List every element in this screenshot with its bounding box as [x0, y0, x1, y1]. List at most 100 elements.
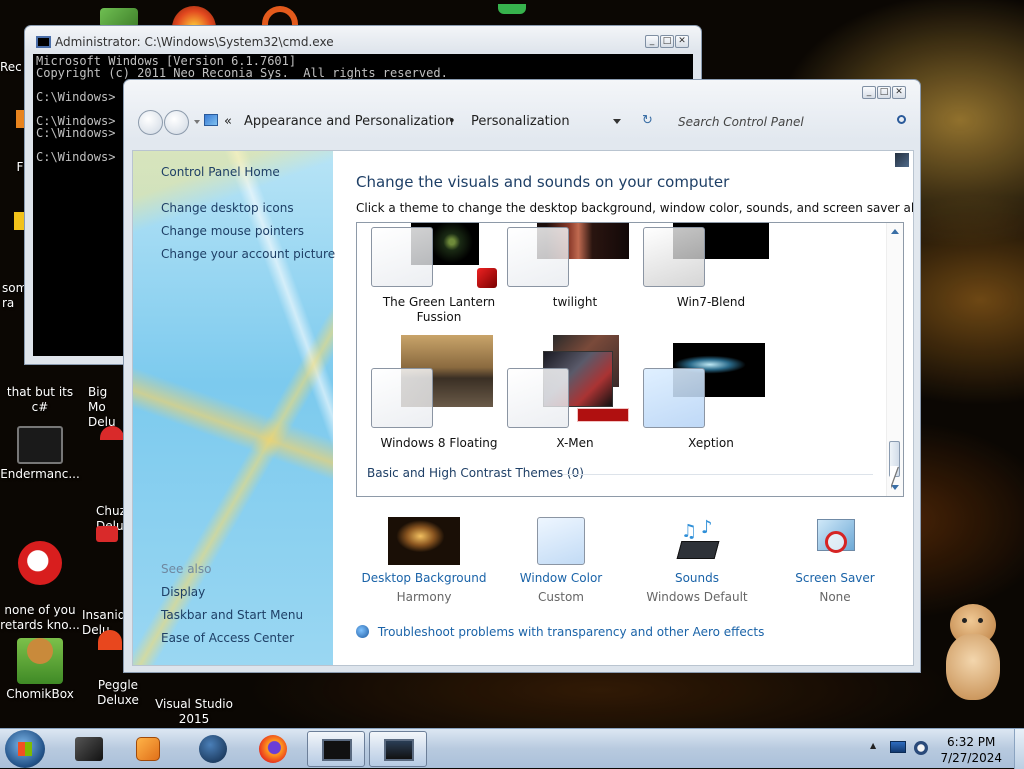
- screen-saver-value: None: [819, 590, 851, 604]
- main-pane: Change the visuals and sounds on your co…: [333, 151, 913, 665]
- breadcrumb-personalization[interactable]: Personalization: [471, 114, 570, 129]
- window-color-item[interactable]: Window Color Custom: [496, 517, 626, 604]
- theme-color-swatch: [371, 368, 433, 428]
- window-color-link[interactable]: Window Color: [496, 571, 626, 585]
- close-button[interactable]: ✕: [892, 86, 906, 99]
- taskbar-and-start-menu-link[interactable]: Taskbar and Start Menu: [161, 608, 303, 622]
- troubleshoot-transparency-link[interactable]: Troubleshoot problems with transparency …: [378, 625, 765, 639]
- change-mouse-pointers-link[interactable]: Change mouse pointers: [161, 224, 304, 238]
- minimize-button[interactable]: _: [862, 86, 876, 99]
- help-icon[interactable]: [895, 153, 909, 167]
- taskbar-app-control-panel[interactable]: [369, 731, 427, 767]
- desktop-icon-label: Big Mo Delu: [88, 385, 116, 429]
- window-color-value: Custom: [538, 590, 584, 604]
- forward-button[interactable]: [164, 110, 189, 135]
- sounds-item[interactable]: ♫ ♪ Sounds Windows Default: [632, 517, 762, 604]
- theme-green-lantern-fussion[interactable]: The Green Lantern Fussion: [371, 223, 507, 333]
- change-account-picture-link[interactable]: Change your account picture: [161, 247, 335, 261]
- control-panel-home-link[interactable]: Control Panel Home: [161, 165, 280, 179]
- screen-saver-item[interactable]: Screen Saver None: [770, 517, 900, 604]
- clock-time: 6:32 PM: [947, 735, 996, 749]
- theme-name: Win7-Blend: [676, 295, 746, 309]
- desktop-icon-endermanch[interactable]: Endermanc...: [0, 426, 80, 482]
- scroll-up-arrow-icon[interactable]: [891, 229, 899, 234]
- desktop-icon-label: Visual Studio 2015: [155, 697, 233, 726]
- cmd-close-button[interactable]: ✕: [675, 35, 689, 48]
- terminal-icon: [17, 426, 63, 464]
- desktop-icon-label: ChomikBox: [6, 687, 74, 701]
- recent-pages-dropdown-icon[interactable]: [194, 120, 200, 124]
- globe-app-icon: [199, 735, 227, 763]
- theme-color-swatch: [507, 227, 569, 287]
- taskbar-app-media-player[interactable]: [120, 731, 178, 767]
- cmd-caption-buttons: _ □ ✕: [645, 35, 689, 48]
- theme-color-swatch: [371, 227, 433, 287]
- show-hidden-icons-button[interactable]: ▲: [870, 741, 876, 750]
- back-button[interactable]: [138, 110, 163, 135]
- display-link[interactable]: Display: [161, 585, 205, 599]
- desktop-icon-label: Peggle Deluxe: [97, 678, 139, 707]
- desktop-icon-label: Endermanc...: [0, 467, 80, 481]
- theme-name: twilight: [552, 295, 598, 309]
- desktop-icon-label: that but its c#: [6, 385, 74, 414]
- windows-logo-icon: [18, 742, 32, 756]
- hamster-image: [942, 604, 1004, 700]
- group-divider: [563, 474, 873, 475]
- theme-badge-icon: [477, 268, 497, 288]
- window-top-indicator: [498, 4, 526, 14]
- taskbar-app-cmd[interactable]: [307, 731, 365, 767]
- screen-saver-link[interactable]: Screen Saver: [770, 571, 900, 585]
- show-desktop-button[interactable]: [1014, 729, 1024, 769]
- cmd-icon: [36, 36, 51, 48]
- search-box[interactable]: Search Control Panel: [668, 110, 912, 134]
- theme-list[interactable]: The Green Lantern Fussion twilight Win7-…: [356, 222, 904, 497]
- theme-xeption[interactable]: Xeption: [643, 333, 779, 450]
- address-dropdown-icon[interactable]: [613, 119, 621, 124]
- dark-box-icon: [75, 737, 103, 761]
- theme-windows-8-floating[interactable]: Windows 8 Floating: [371, 333, 507, 450]
- maximize-button[interactable]: □: [877, 86, 891, 99]
- cmd-window-title: Administrator: C:\Windows\System32\cmd.e…: [55, 35, 334, 49]
- clock-date: 7/27/2024: [940, 751, 1002, 765]
- theme-twilight[interactable]: twilight: [507, 223, 643, 333]
- cmd-taskbar-icon: [322, 739, 352, 761]
- cmd-maximize-button[interactable]: □: [660, 35, 674, 48]
- taskbar-app-terminal[interactable]: [60, 731, 118, 767]
- volume-icon[interactable]: [914, 741, 928, 755]
- desktop-background-thumbnail: [388, 517, 460, 565]
- globe-icon: [356, 625, 369, 638]
- fish-icon: [96, 526, 118, 542]
- network-icon[interactable]: [890, 741, 906, 753]
- desktop-background-link[interactable]: Desktop Background: [359, 571, 489, 585]
- basic-and-high-contrast-themes-link[interactable]: Basic and High Contrast Themes (0): [367, 466, 584, 480]
- ease-of-access-center-link[interactable]: Ease of Access Center: [161, 631, 294, 645]
- start-button[interactable]: [5, 730, 45, 768]
- cmd-minimize-button[interactable]: _: [645, 35, 659, 48]
- desktop-background-value: Harmony: [396, 590, 452, 604]
- desktop-background-item[interactable]: Desktop Background Harmony: [359, 517, 489, 604]
- breadcrumb-chevrons[interactable]: «: [224, 114, 232, 129]
- content-area: Control Panel Home Change desktop icons …: [132, 150, 914, 666]
- theme-name: Windows 8 Floating: [380, 436, 498, 450]
- firefox-icon: [259, 735, 287, 763]
- theme-list-scrollbar[interactable]: [886, 223, 903, 496]
- theme-name: Xeption: [688, 436, 734, 450]
- sounds-link[interactable]: Sounds: [632, 571, 762, 585]
- taskbar-app-firefox[interactable]: [244, 731, 302, 767]
- desktop-icon-that-but-its-csharp[interactable]: that but its c#: [0, 370, 80, 430]
- caption-buttons: _ □ ✕: [862, 86, 906, 99]
- desktop-icon-chomikbox[interactable]: ChomikBox: [0, 630, 80, 702]
- breadcrumb-appearance-and-personalization[interactable]: Appearance and Personalization: [244, 114, 453, 129]
- troubleshoot-row[interactable]: Troubleshoot problems with transparency …: [356, 625, 764, 639]
- refresh-icon[interactable]: ↻: [642, 113, 653, 128]
- system-clock[interactable]: 6:32 PM 7/27/2024: [940, 734, 1002, 766]
- sounds-icon: ♫ ♪: [673, 517, 721, 565]
- change-desktop-icons-link[interactable]: Change desktop icons: [161, 201, 294, 215]
- taskbar-app-globe[interactable]: [184, 731, 242, 767]
- theme-x-men[interactable]: X-Men: [507, 333, 643, 450]
- search-icon[interactable]: [897, 115, 906, 124]
- see-also-heading: See also: [161, 562, 212, 576]
- personalization-window[interactable]: _ □ ✕ « Appearance and Personalization •…: [123, 79, 921, 673]
- theme-win7-blend[interactable]: Win7-Blend: [643, 223, 779, 333]
- address-bar[interactable]: « Appearance and Personalization • Perso…: [216, 110, 632, 134]
